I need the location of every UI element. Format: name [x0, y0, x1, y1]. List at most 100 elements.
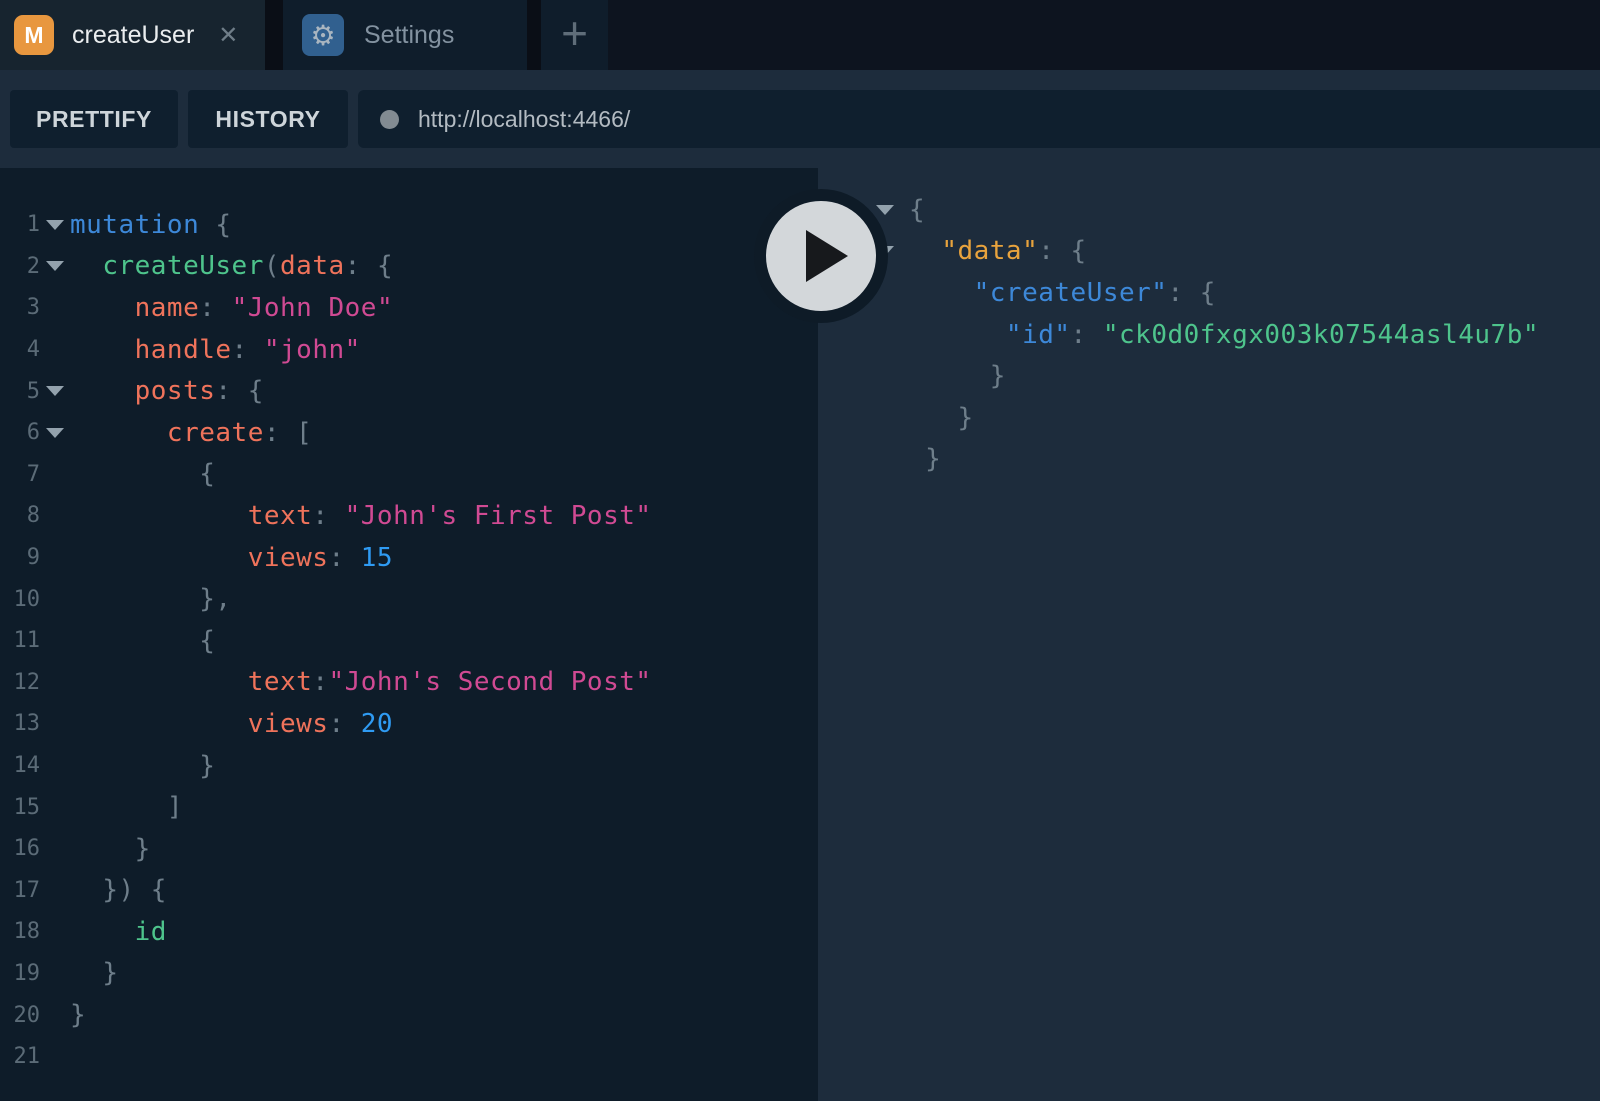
line-number: 1: [0, 212, 40, 237]
code-text: posts: {: [70, 376, 264, 406]
code-text: create: [: [70, 418, 312, 448]
query-line: 11 {: [0, 620, 818, 662]
query-line: 12 text:"John's Second Post": [0, 662, 818, 704]
query-line: 21: [0, 1036, 818, 1078]
fold-gutter: [40, 220, 70, 230]
fold-gutter: [40, 261, 70, 271]
fold-arrow-icon[interactable]: [46, 428, 64, 438]
line-number: 18: [0, 919, 40, 944]
query-line: 14 }: [0, 745, 818, 787]
execute-button-face: [766, 201, 876, 311]
tab-divider: [527, 0, 541, 70]
new-tab-button[interactable]: +: [541, 0, 608, 70]
code-text: text:"John's Second Post": [70, 667, 652, 697]
line-number: 17: [0, 878, 40, 903]
line-number: 21: [0, 1044, 40, 1069]
code-text: }: [909, 403, 974, 433]
code-text: }: [70, 751, 215, 781]
response-viewer: { "data": { "createUser": { "id": "ck0d0…: [818, 168, 1600, 1101]
fold-arrow-icon[interactable]: [46, 261, 64, 271]
query-line: 13 views: 20: [0, 703, 818, 745]
response-line: {: [818, 189, 1600, 231]
line-number: 11: [0, 628, 40, 653]
gear-icon: ⚙: [302, 14, 344, 56]
query-line: 1 mutation {: [0, 204, 818, 246]
query-line: 9 views: 15: [0, 537, 818, 579]
code-text: name: "John Doe": [70, 293, 393, 323]
query-line: 18 id: [0, 911, 818, 953]
tab-label: Settings: [364, 21, 454, 50]
execute-button[interactable]: [754, 189, 888, 323]
line-number: 6: [0, 420, 40, 445]
response-line: "id": "ck0d0fxgx003k07544asl4u7b": [818, 314, 1600, 356]
line-number: 2: [0, 254, 40, 279]
code-text: }: [70, 958, 118, 988]
line-number: 13: [0, 711, 40, 736]
query-line: 5 posts: {: [0, 370, 818, 412]
query-line: 8 text: "John's First Post": [0, 495, 818, 537]
query-line: 20}: [0, 994, 818, 1036]
code-text: views: 15: [70, 543, 393, 573]
line-number: 20: [0, 1003, 40, 1028]
plus-icon: +: [561, 10, 588, 56]
line-number: 19: [0, 961, 40, 986]
fold-arrow-icon[interactable]: [876, 205, 894, 215]
code-text: views: 20: [70, 709, 393, 739]
tab-settings[interactable]: ⚙ Settings: [283, 0, 527, 70]
query-line: 6 create: [: [0, 412, 818, 454]
code-text: {: [70, 626, 215, 656]
code-text: id: [70, 917, 167, 947]
code-text: {: [70, 459, 215, 489]
code-text: {: [909, 195, 925, 225]
code-text: createUser(data: {: [70, 251, 393, 281]
code-text: mutation {: [70, 210, 232, 240]
history-button[interactable]: HISTORY: [188, 90, 348, 148]
query-line: 19 }: [0, 953, 818, 995]
line-number: 7: [0, 462, 40, 487]
line-number: 3: [0, 295, 40, 320]
line-number: 5: [0, 379, 40, 404]
query-line: 10 },: [0, 578, 818, 620]
tab-createuser[interactable]: M createUser ✕: [0, 0, 265, 70]
code-text: text: "John's First Post": [70, 501, 652, 531]
fold-gutter: [40, 386, 70, 396]
mutation-badge: M: [14, 15, 54, 55]
code-text: }: [909, 444, 941, 474]
code-text: }) {: [70, 875, 167, 905]
response-line: "data": {: [818, 231, 1600, 273]
line-number: 12: [0, 670, 40, 695]
line-number: 16: [0, 836, 40, 861]
query-line: 2 createUser(data: {: [0, 246, 818, 288]
response-line: }: [818, 439, 1600, 481]
query-line: 16 }: [0, 828, 818, 870]
response-line: }: [818, 397, 1600, 439]
fold-arrow-icon[interactable]: [46, 220, 64, 230]
code-text: },: [70, 584, 232, 614]
tab-label: createUser: [72, 21, 194, 50]
code-text: "data": {: [909, 236, 1087, 266]
code-text: ]: [70, 792, 183, 822]
graphql-playground-window: M createUser ✕ ⚙ Settings + PRETTIFY HIS…: [0, 0, 1600, 1101]
code-text: "id": "ck0d0fxgx003k07544asl4u7b": [909, 320, 1539, 350]
fold-arrow-icon[interactable]: [46, 386, 64, 396]
line-number: 15: [0, 795, 40, 820]
query-line: 7 {: [0, 454, 818, 496]
endpoint-url-input[interactable]: http://localhost:4466/: [358, 90, 1600, 148]
toolbar: PRETTIFY HISTORY http://localhost:4466/: [0, 70, 1600, 168]
close-icon[interactable]: ✕: [218, 21, 238, 50]
endpoint-url-text: http://localhost:4466/: [418, 106, 630, 133]
code-text: handle: "john": [70, 335, 361, 365]
tab-bar: M createUser ✕ ⚙ Settings +: [0, 0, 1600, 70]
line-number: 4: [0, 337, 40, 362]
endpoint-status-icon: [380, 110, 399, 129]
code-text: }: [909, 361, 1006, 391]
response-line: }: [818, 355, 1600, 397]
response-line: "createUser": {: [818, 272, 1600, 314]
prettify-button[interactable]: PRETTIFY: [10, 90, 178, 148]
play-icon: [806, 230, 848, 282]
query-editor[interactable]: 1mutation {2 createUser(data: {3 name: "…: [0, 168, 818, 1101]
query-line: 15 ]: [0, 786, 818, 828]
query-line: 3 name: "John Doe": [0, 287, 818, 329]
line-number: 14: [0, 753, 40, 778]
code-text: }: [70, 834, 151, 864]
